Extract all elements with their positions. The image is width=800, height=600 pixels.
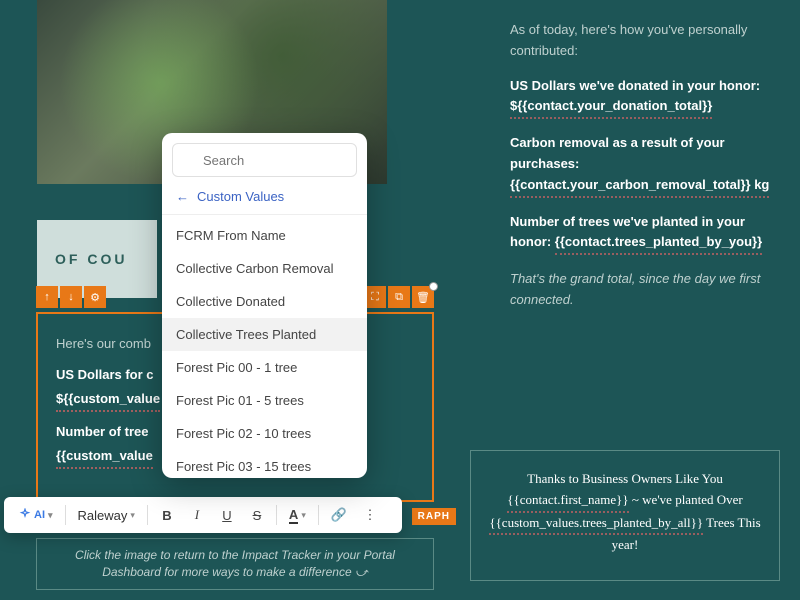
- dollars-label: US Dollars we've donated in your honor:: [510, 78, 760, 93]
- dropdown-item[interactable]: Collective Trees Planted: [162, 318, 367, 351]
- grand-total-text: That's the grand total, since the day we…: [510, 269, 780, 311]
- dropdown-list[interactable]: FCRM From NameCollective Carbon RemovalC…: [162, 215, 367, 478]
- carbon-value: {{contact.your_carbon_removal_total}} kg: [510, 175, 769, 198]
- text-format-toolbar: AI ▾ Raleway ▾ B I U S A ▾ 🔗 ⋮: [4, 497, 402, 533]
- back-label: Custom Values: [197, 189, 284, 204]
- font-selector[interactable]: Raleway ▾: [72, 502, 141, 528]
- italic-button[interactable]: I: [184, 502, 210, 528]
- duplicate-button[interactable]: ⧉: [388, 286, 410, 308]
- thanks-box: Thanks to Business Owners Like You {{con…: [470, 450, 780, 581]
- expand-icon: ⛶: [371, 291, 379, 304]
- font-label: Raleway: [78, 508, 128, 523]
- trash-icon: 🗑: [416, 291, 430, 304]
- section-header-text: OF COU: [55, 251, 127, 267]
- underline-button[interactable]: U: [214, 502, 240, 528]
- text-color-button[interactable]: A ▾: [283, 502, 312, 528]
- gear-icon: ⚙: [90, 291, 100, 304]
- expand-button[interactable]: ⛶: [364, 286, 386, 308]
- dollars-value: ${{contact.your_donation_total}}: [510, 96, 712, 119]
- ai-button[interactable]: AI ▾: [12, 502, 59, 528]
- carbon-label: Carbon removal as a result of your purch…: [510, 135, 725, 171]
- copy-icon: ⧉: [395, 291, 403, 304]
- link-button[interactable]: 🔗: [325, 502, 353, 528]
- editor-line: ${{custom_value: [56, 387, 160, 412]
- dropdown-item[interactable]: Forest Pic 00 - 1 tree: [162, 351, 367, 384]
- chevron-down-icon: ▾: [130, 510, 135, 521]
- dropdown-item[interactable]: Forest Pic 02 - 10 trees: [162, 417, 367, 450]
- custom-values-dropdown: ← Custom Values FCRM From NameCollective…: [162, 133, 367, 478]
- graph-tab[interactable]: RAPH: [412, 508, 456, 525]
- caption-box: Click the image to return to the Impact …: [36, 538, 434, 590]
- dropdown-item[interactable]: Collective Carbon Removal: [162, 252, 367, 285]
- settings-button[interactable]: ⚙: [84, 286, 106, 308]
- sparkle-icon: [18, 508, 32, 522]
- thanks-merge-first-name: {{contact.first_name}}: [507, 490, 628, 513]
- intro-text: As of today, here's how you've personall…: [510, 20, 780, 62]
- ai-label: AI: [34, 509, 45, 521]
- thanks-line: Thanks to Business Owners Like You: [489, 469, 761, 490]
- move-down-button[interactable]: ↓: [60, 286, 82, 308]
- arrow-left-icon: ←: [176, 189, 189, 204]
- back-button[interactable]: ← Custom Values: [162, 183, 367, 215]
- notification-dot: [429, 282, 438, 291]
- bold-button[interactable]: B: [154, 502, 180, 528]
- caption-text: Click the image to return to the Impact …: [75, 548, 395, 579]
- text-color-icon: A: [289, 507, 298, 524]
- thanks-merge-trees-total: {{custom_values.trees_planted_by_all}}: [489, 513, 703, 536]
- dropdown-item[interactable]: Collective Donated: [162, 285, 367, 318]
- search-input[interactable]: [172, 143, 357, 177]
- more-button[interactable]: ⋮: [357, 502, 383, 528]
- trees-value: {{contact.trees_planted_by_you}}: [555, 232, 762, 255]
- chevron-down-icon: ▾: [48, 510, 53, 521]
- chevron-down-icon: ▾: [301, 510, 306, 521]
- more-icon: ⋮: [364, 507, 377, 523]
- dropdown-item[interactable]: Forest Pic 03 - 15 trees: [162, 450, 367, 478]
- link-icon: 🔗: [331, 507, 347, 523]
- move-up-button[interactable]: ↑: [36, 286, 58, 308]
- strikethrough-button[interactable]: S: [244, 502, 270, 528]
- dropdown-item[interactable]: Forest Pic 01 - 5 trees: [162, 384, 367, 417]
- dropdown-item[interactable]: FCRM From Name: [162, 219, 367, 252]
- editor-line: {{custom_value: [56, 444, 153, 469]
